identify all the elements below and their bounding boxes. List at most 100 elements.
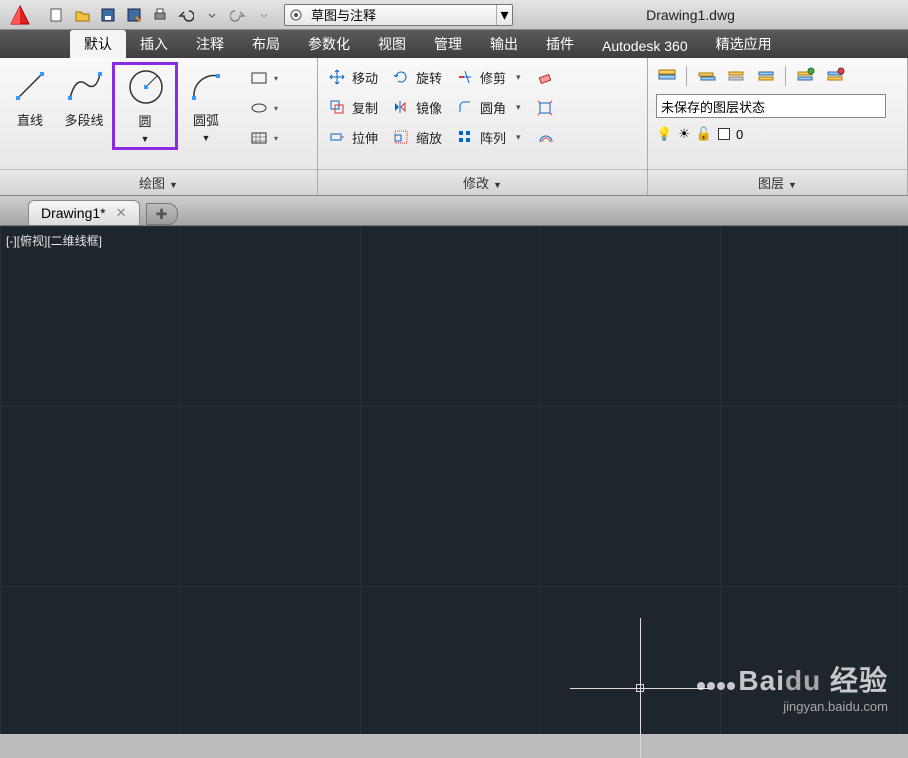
current-layer-row[interactable]: 💡 ☀ 🔓 0 [656, 126, 899, 142]
panel-modify-title[interactable]: 修改▼ [318, 169, 647, 195]
new-icon[interactable] [44, 3, 68, 27]
explode-button[interactable] [531, 96, 561, 120]
undo-icon[interactable] [174, 3, 198, 27]
gear-icon [285, 8, 307, 22]
mirror-icon [392, 98, 410, 116]
tab-annotate[interactable]: 注释 [182, 30, 238, 58]
scale-icon [392, 128, 410, 146]
tab-view[interactable]: 视图 [364, 30, 420, 58]
polyline-button[interactable]: 多段线 [58, 62, 110, 133]
workspace-selector[interactable]: 草图与注释 ▾ [284, 4, 513, 26]
tab-layout[interactable]: 布局 [238, 30, 294, 58]
ribbon-tabs: 默认 插入 注释 布局 参数化 视图 管理 输出 插件 Autodesk 360… [0, 30, 908, 58]
array-button[interactable]: 阵列▾ [452, 126, 525, 148]
workspace-label: 草图与注释 [307, 5, 496, 24]
viewport-label[interactable]: [-][俯视][二维线框] [6, 232, 102, 249]
current-layer-name: 0 [736, 127, 743, 142]
close-icon[interactable]: ✕ [116, 205, 127, 221]
layer-freeze-button[interactable] [753, 64, 779, 88]
layer-lock-button[interactable] [792, 64, 818, 88]
chevron-down-icon[interactable]: ▾ [496, 5, 512, 25]
ellipse-button[interactable] [236, 96, 282, 120]
move-icon [328, 68, 346, 86]
save-icon[interactable] [96, 3, 120, 27]
line-label: 直线 [17, 110, 43, 129]
lock-icon: 🔓 [696, 126, 712, 142]
print-icon[interactable] [148, 3, 172, 27]
layer-state-combo[interactable]: 未保存的图层状态 [656, 94, 886, 118]
arc-button[interactable]: 圆弧▼ [180, 62, 232, 148]
layer-state-label: 未保存的图层状态 [661, 97, 765, 116]
ribbon: 直线 多段线 圆▼ 圆弧▼ 绘图▼ 移动 [0, 58, 908, 196]
hatch-button[interactable] [236, 126, 282, 150]
tab-featured[interactable]: 精选应用 [702, 30, 786, 58]
copy-icon [328, 98, 346, 116]
scale-button[interactable]: 缩放 [388, 126, 446, 148]
document-tab-strip: Drawing1* ✕ ✚ [0, 196, 908, 226]
watermark: Baidu 经验 jingyan.baidu.com [696, 659, 888, 714]
offset-button[interactable] [531, 126, 561, 150]
array-label: 阵列 [480, 128, 506, 147]
line-button[interactable]: 直线 [4, 62, 56, 133]
panel-layer: 未保存的图层状态 💡 ☀ 🔓 0 图层▼ [648, 58, 908, 195]
rotate-button[interactable]: 旋转 [388, 66, 446, 88]
document-title: Drawing1.dwg [513, 7, 908, 23]
arc-label: 圆弧▼ [193, 110, 219, 144]
circle-button[interactable]: 圆▼ [112, 62, 178, 150]
tab-default[interactable]: 默认 [70, 30, 126, 58]
open-icon[interactable] [70, 3, 94, 27]
panel-modify: 移动 复制 拉伸 旋转 镜像 缩放 修剪▾ 圆角▾ 阵列▾ 修改▼ [318, 58, 648, 195]
trim-label: 修剪 [480, 68, 506, 87]
drawing-canvas[interactable]: [-][俯视][二维线框] Baidu 经验 jingyan.baidu.com [0, 226, 908, 734]
redo-drop-icon[interactable] [252, 3, 276, 27]
panel-layer-title[interactable]: 图层▼ [648, 169, 907, 195]
trim-button[interactable]: 修剪▾ [452, 66, 525, 88]
panel-draw-title[interactable]: 绘图▼ [0, 169, 317, 195]
rotate-icon [392, 68, 410, 86]
copy-label: 复制 [352, 98, 378, 117]
pickbox [636, 684, 644, 692]
redo-icon[interactable] [226, 3, 250, 27]
layer-isolate-button[interactable] [723, 64, 749, 88]
fillet-button[interactable]: 圆角▾ [452, 96, 525, 118]
rotate-label: 旋转 [416, 68, 442, 87]
tab-output[interactable]: 输出 [476, 30, 532, 58]
layer-off-button[interactable] [693, 64, 719, 88]
stretch-button[interactable]: 拉伸 [324, 126, 382, 148]
new-tab-button[interactable]: ✚ [146, 203, 178, 225]
document-tab[interactable]: Drawing1* ✕ [28, 200, 140, 225]
layer-match-button[interactable] [822, 64, 848, 88]
arc-icon [186, 66, 226, 106]
saveas-icon[interactable] [122, 3, 146, 27]
tab-insert[interactable]: 插入 [126, 30, 182, 58]
layer-toolbar [652, 62, 903, 90]
bulb-icon: 💡 [656, 126, 672, 142]
move-button[interactable]: 移动 [324, 66, 382, 88]
fillet-label: 圆角 [480, 98, 506, 117]
mirror-label: 镜像 [416, 98, 442, 117]
tab-parametric[interactable]: 参数化 [294, 30, 364, 58]
circle-icon [125, 67, 165, 107]
stretch-label: 拉伸 [352, 128, 378, 147]
document-tab-label: Drawing1* [41, 205, 106, 221]
scale-label: 缩放 [416, 128, 442, 147]
stretch-icon [328, 128, 346, 146]
tab-manage[interactable]: 管理 [420, 30, 476, 58]
undo-drop-icon[interactable] [200, 3, 224, 27]
layer-properties-button[interactable] [654, 64, 680, 88]
tab-a360[interactable]: Autodesk 360 [588, 34, 702, 58]
circle-label: 圆▼ [138, 111, 151, 145]
erase-button[interactable] [531, 66, 561, 90]
line-icon [10, 66, 50, 106]
layer-color-swatch [718, 128, 730, 140]
sun-icon: ☀ [678, 126, 690, 142]
mirror-button[interactable]: 镜像 [388, 96, 446, 118]
polyline-label: 多段线 [64, 110, 103, 129]
fillet-icon [456, 98, 474, 116]
grid [0, 226, 908, 734]
rectangle-button[interactable] [236, 66, 282, 90]
tab-plugins[interactable]: 插件 [532, 30, 588, 58]
copy-button[interactable]: 复制 [324, 96, 382, 118]
quick-access-toolbar [40, 3, 280, 27]
app-icon[interactable] [0, 0, 40, 30]
